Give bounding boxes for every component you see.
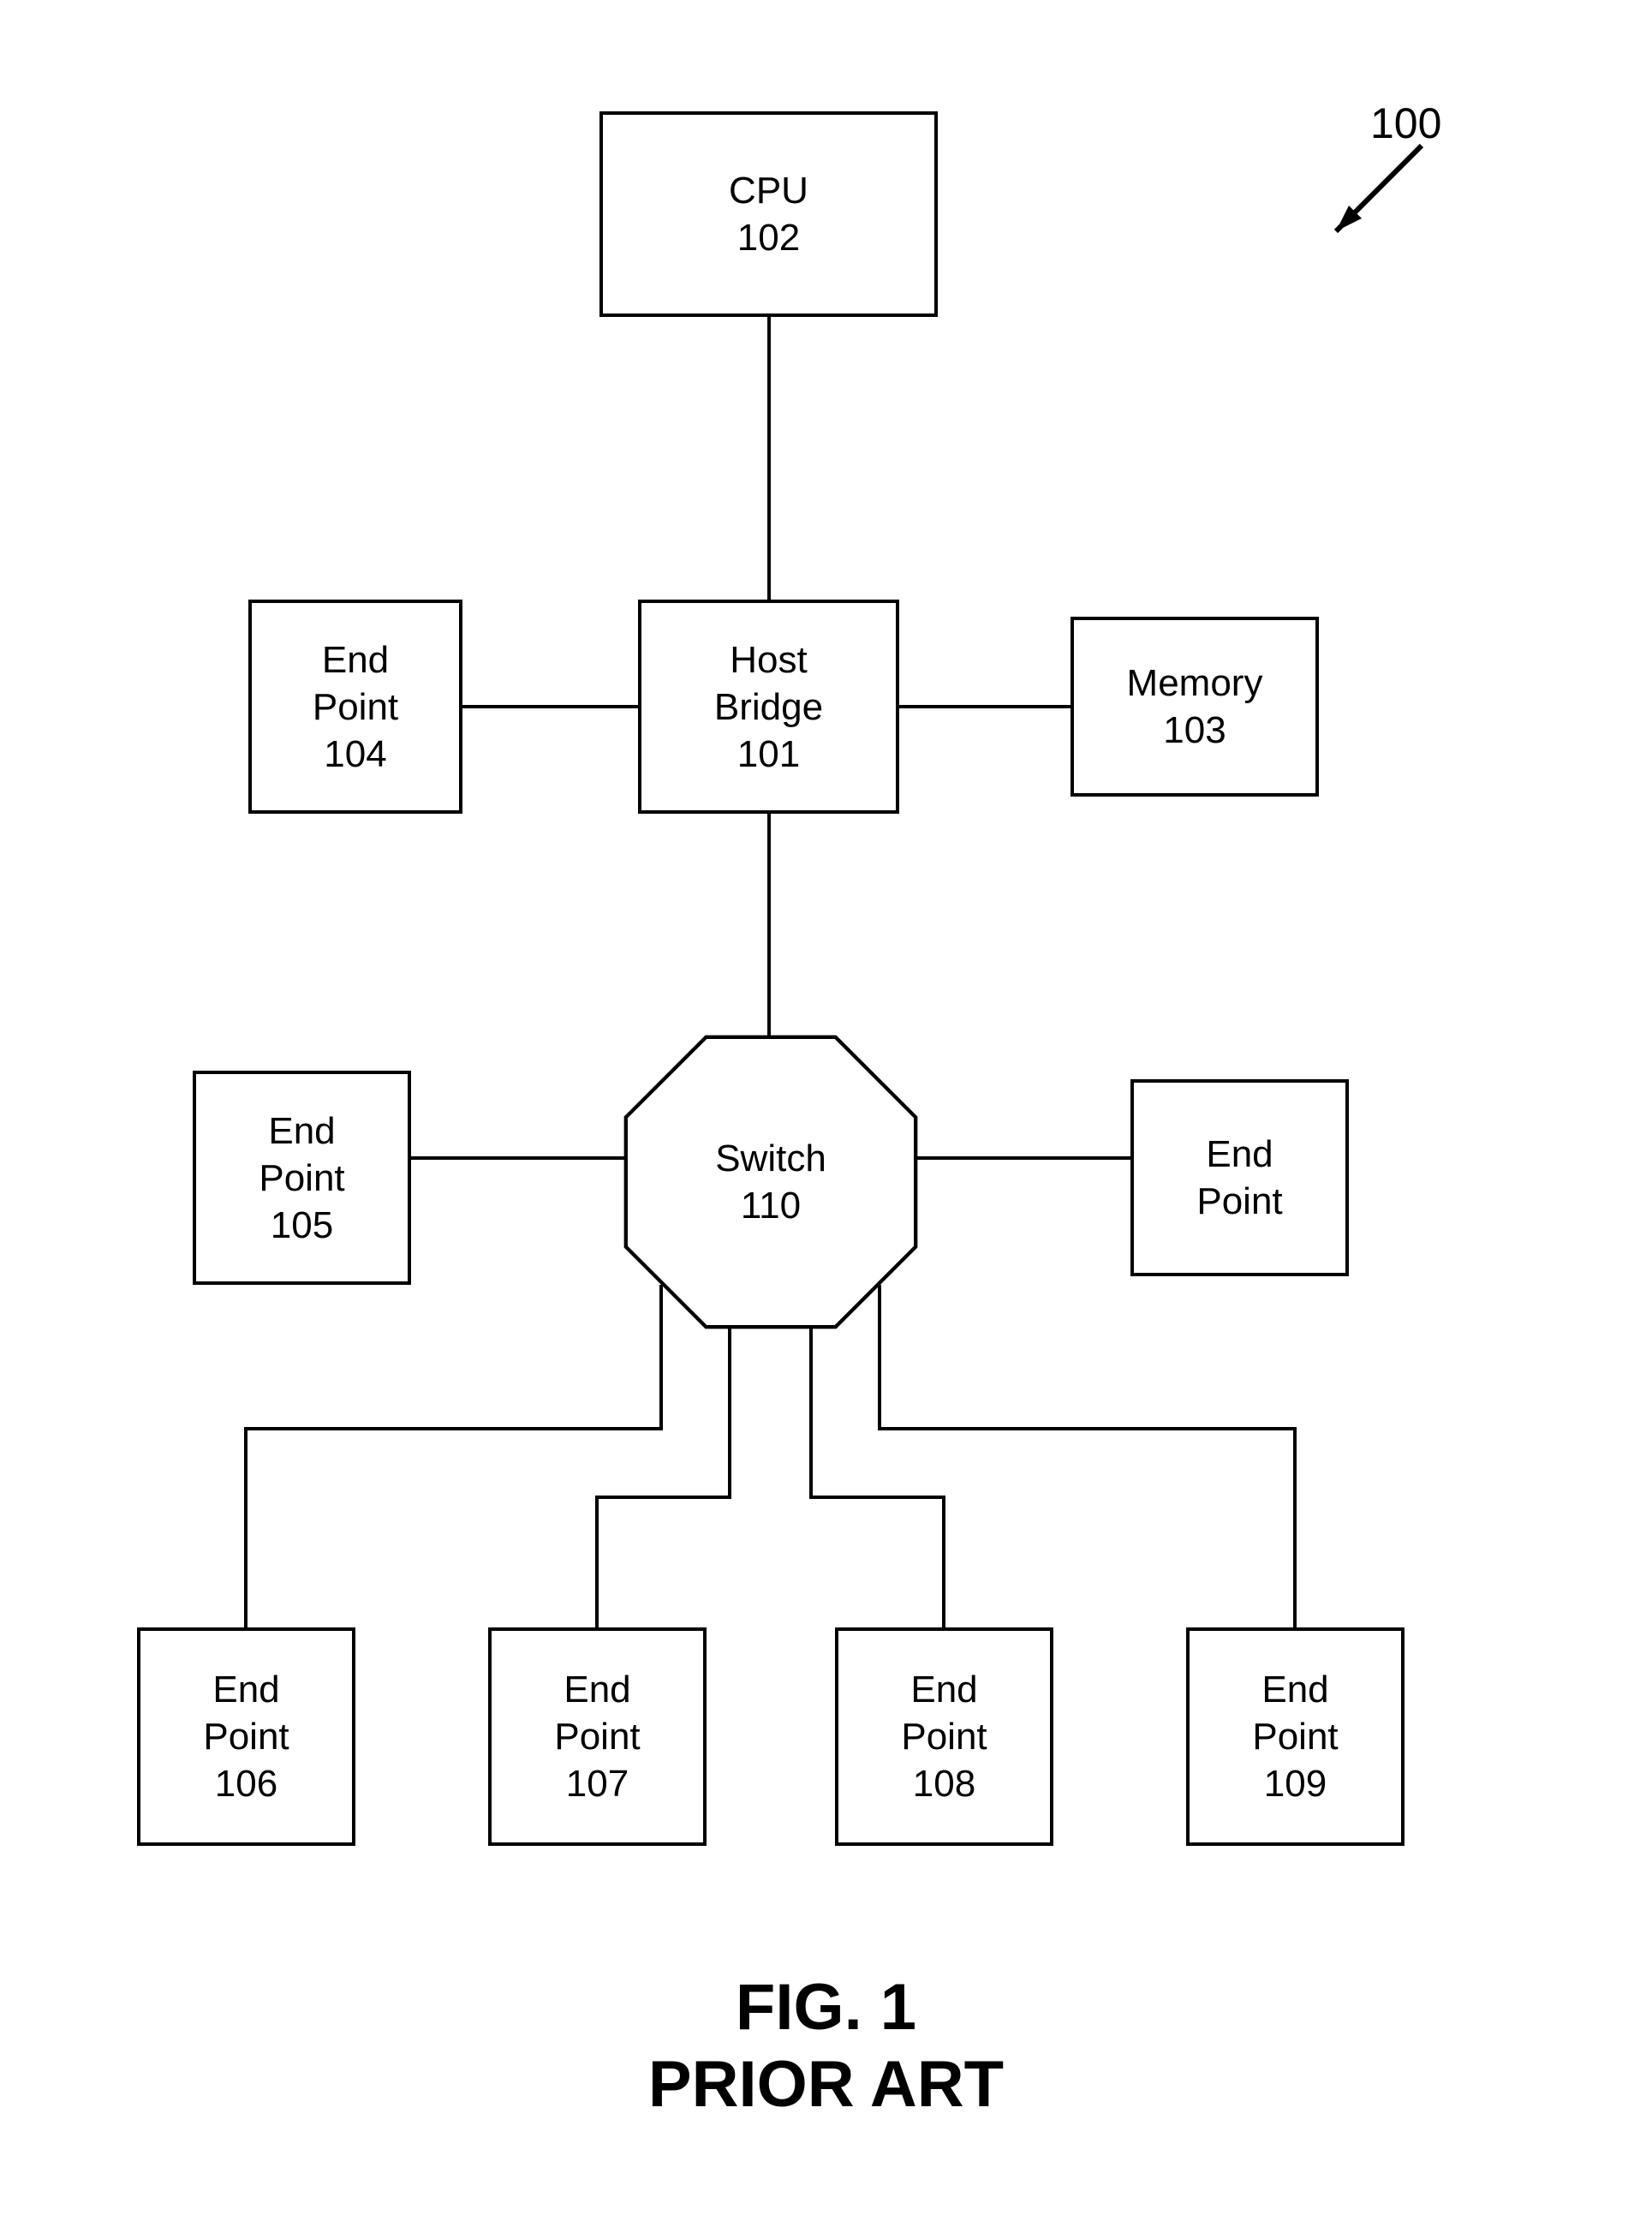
connector-hostbridge-memory xyxy=(899,705,1071,708)
node-hostbridge-label1: Host xyxy=(730,636,807,684)
node-ep108-label1: End xyxy=(910,1666,977,1713)
connector-hostbridge-switch xyxy=(767,814,771,1040)
node-memory-id: 103 xyxy=(1163,707,1226,754)
node-hostbridge-label2: Bridge xyxy=(714,684,823,731)
connector-switch-ep106-h xyxy=(244,1427,663,1430)
connector-switch-ep106-v2 xyxy=(244,1427,248,1627)
node-ep109-label1: End xyxy=(1261,1666,1328,1713)
node-switch-label: Switch xyxy=(715,1137,826,1179)
node-switch-id: 110 xyxy=(741,1185,801,1227)
node-memory: Memory 103 xyxy=(1071,617,1319,797)
node-cpu: CPU 102 xyxy=(599,111,938,317)
node-cpu-id: 102 xyxy=(737,214,800,261)
connector-switch-ep107-h xyxy=(595,1496,731,1499)
connector-switch-ep109-h xyxy=(878,1427,1297,1430)
node-ep105-label1: End xyxy=(268,1108,335,1155)
node-endpoint-105: End Point 105 xyxy=(193,1071,411,1285)
connector-switch-ep105 xyxy=(411,1156,625,1160)
node-endpoint-104: End Point 104 xyxy=(248,600,462,814)
node-ep109-id: 109 xyxy=(1264,1760,1327,1807)
connector-switch-ep108-v1 xyxy=(809,1328,813,1499)
connector-switch-ep108-v2 xyxy=(942,1496,945,1627)
connector-switch-epright xyxy=(916,1156,1130,1160)
node-ep104-label2: Point xyxy=(313,684,398,731)
node-ep104-id: 104 xyxy=(324,731,386,778)
connector-cpu-hostbridge xyxy=(767,317,771,600)
node-endpoint-107: End Point 107 xyxy=(488,1627,707,1846)
node-ep109-label2: Point xyxy=(1252,1713,1338,1760)
node-ep107-label1: End xyxy=(564,1666,630,1713)
figure-caption-line1: FIG. 1 xyxy=(0,1970,1652,2045)
node-cpu-label: CPU xyxy=(729,167,808,214)
node-hostbridge-id: 101 xyxy=(737,731,800,778)
node-ep106-label1: End xyxy=(212,1666,279,1713)
node-epright-label1: End xyxy=(1206,1131,1273,1178)
node-epright-label2: Point xyxy=(1196,1178,1282,1225)
node-ep106-label2: Point xyxy=(203,1713,289,1760)
connector-switch-ep109-v2 xyxy=(1293,1427,1297,1627)
connector-switch-ep109-v1 xyxy=(878,1285,881,1430)
reference-arrow-icon xyxy=(1310,128,1439,257)
node-endpoint-108: End Point 108 xyxy=(835,1627,1053,1846)
connector-switch-ep106-v1 xyxy=(659,1285,663,1430)
node-ep105-label2: Point xyxy=(259,1155,344,1202)
diagram-canvas: 100 CPU 102 Host Bridge 101 End Point 10… xyxy=(0,0,1652,2227)
figure-caption-line2: PRIOR ART xyxy=(0,2047,1652,2122)
node-ep105-id: 105 xyxy=(271,1202,333,1249)
node-endpoint-106: End Point 106 xyxy=(137,1627,355,1846)
connector-switch-ep107-v1 xyxy=(728,1328,731,1499)
node-endpoint-109: End Point 109 xyxy=(1186,1627,1404,1846)
node-endpoint-right: End Point xyxy=(1130,1079,1349,1276)
connector-hostbridge-ep104 xyxy=(462,705,638,708)
node-ep108-label2: Point xyxy=(901,1713,987,1760)
node-memory-label: Memory xyxy=(1127,660,1263,707)
node-ep104-label1: End xyxy=(322,636,389,684)
node-ep107-id: 107 xyxy=(566,1760,629,1807)
node-ep108-id: 108 xyxy=(913,1760,975,1807)
node-hostbridge: Host Bridge 101 xyxy=(638,600,899,814)
node-ep107-label2: Point xyxy=(554,1713,640,1760)
connector-switch-ep108-h xyxy=(809,1496,945,1499)
node-ep106-id: 106 xyxy=(215,1760,277,1807)
connector-switch-ep107-v2 xyxy=(595,1496,599,1627)
